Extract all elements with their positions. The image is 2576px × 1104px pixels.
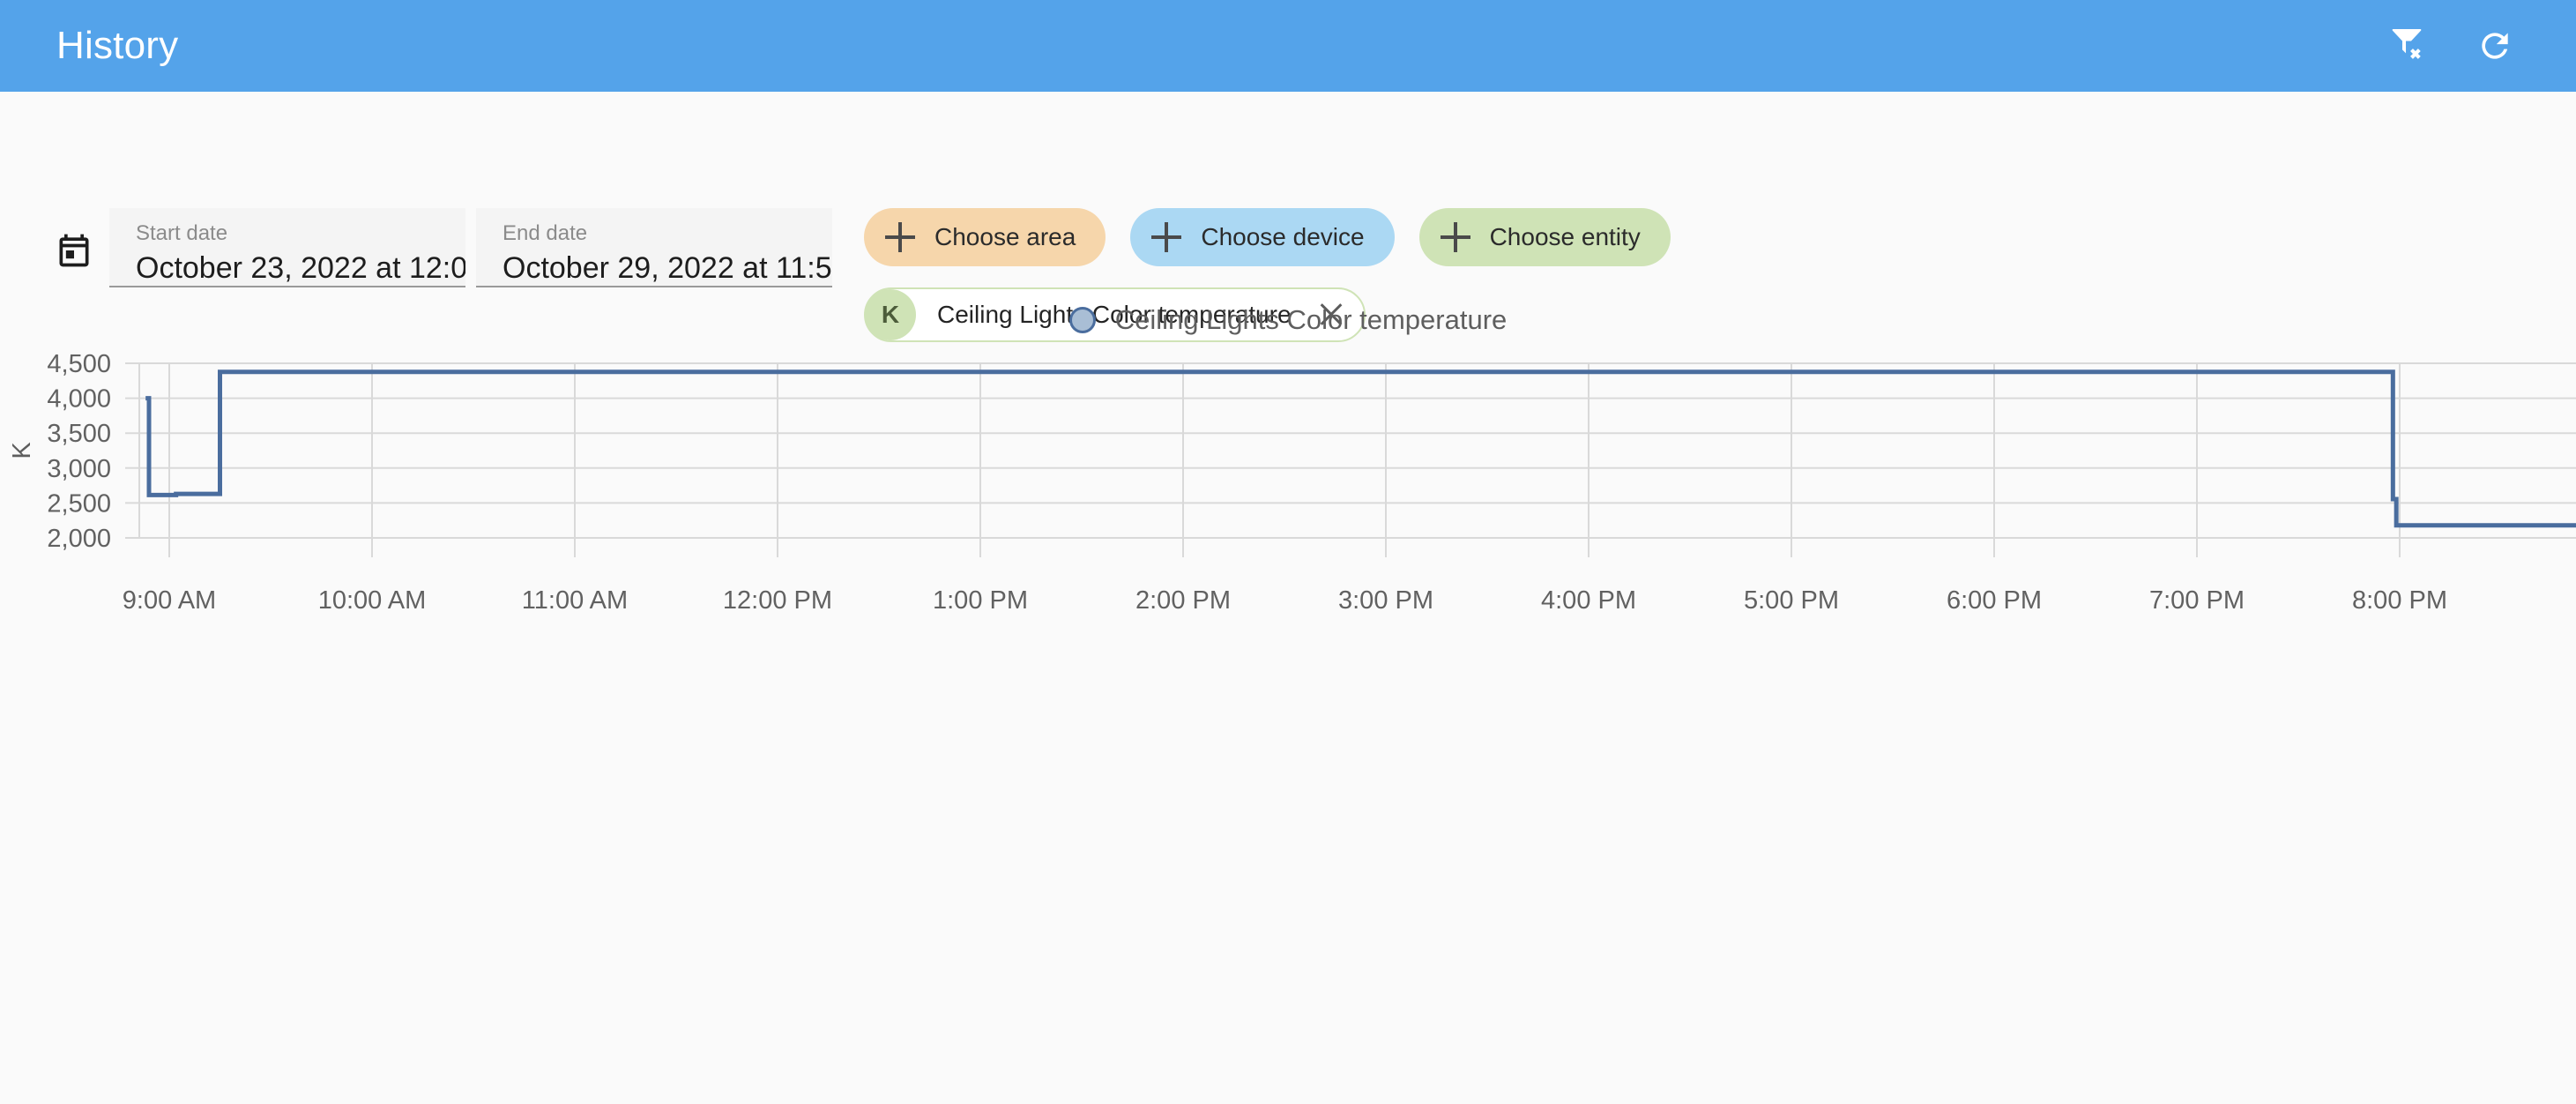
x-axis-tick-label: 6:00 PM [1947,586,2042,615]
end-date-value: October 29, 2022 at 11:59 [503,251,832,285]
y-axis-tick-label: 3,500 [47,420,111,448]
filter-remove-icon[interactable] [2384,23,2430,69]
choose-device-label: Choose device [1201,223,1365,250]
x-axis-tick-label: 4:00 PM [1541,586,1636,615]
x-axis-tick-label: 5:00 PM [1744,586,1839,615]
end-date-label: End date [503,221,588,245]
app-header: History [0,0,2576,92]
legend-item-label: Ceiling Lights Color temperature [1114,304,1508,335]
x-axis-tick-label: 9:00 AM [123,586,216,615]
x-axis-tick-label: 7:00 PM [2149,586,2245,615]
x-axis-tick-label: 8:00 PM [2352,586,2447,615]
calendar-icon[interactable] [55,231,93,270]
filter-toolbar: Start date October 23, 2022 at 12:00 End… [0,92,2576,342]
add-filter-chips-row: Choose area Choose device Choose entity [864,208,1671,266]
y-axis-tick-label: 2,000 [47,525,111,553]
x-axis-tick-label: 3:00 PM [1338,586,1433,615]
legend-marker-icon [1068,307,1096,333]
page-title: History [56,24,179,67]
x-axis-tick-label: 10:00 AM [318,586,427,615]
x-axis-tick-label: 11:00 AM [522,586,628,615]
y-axis-tick-label: 4,000 [47,385,111,414]
chart-legend: Ceiling Lights Color temperature [0,304,2576,336]
x-axis-tick-label: 2:00 PM [1135,586,1231,615]
end-date-field[interactable]: End date October 29, 2022 at 11:59 [476,208,832,287]
app-header-actions [2384,23,2518,69]
chart-canvas: 2,000 2,500 3,000 3,500 4,000 4,500 9:00 AM 10:… [8,350,2576,615]
start-date-value: October 23, 2022 at 12:00 [136,251,465,285]
history-chart[interactable]: 2,000 2,500 3,000 3,500 4,000 4,500 9:00 AM 10:… [0,344,2576,1104]
choose-entity-chip[interactable]: Choose entity [1418,208,1671,266]
choose-area-label: Choose area [934,223,1076,250]
y-axis-tick-label: 3,000 [47,455,111,483]
plus-icon [885,222,915,252]
plus-icon [1440,222,1470,252]
x-axis-tick-label: 12:00 PM [723,586,832,615]
choose-device-chip[interactable]: Choose device [1130,208,1395,266]
start-date-field[interactable]: Start date October 23, 2022 at 12:00 [109,208,465,287]
plus-icon [1151,222,1182,252]
y-axis-tick-label: 4,500 [47,350,111,378]
y-axis-tick-label: 2,500 [47,489,111,518]
x-axis-tick-label: 1:00 PM [933,586,1028,615]
y-axis-title: K [8,442,36,459]
choose-area-chip[interactable]: Choose area [864,208,1106,266]
refresh-icon[interactable] [2472,23,2518,69]
start-date-label: Start date [136,221,228,245]
choose-entity-label: Choose entity [1489,223,1641,250]
